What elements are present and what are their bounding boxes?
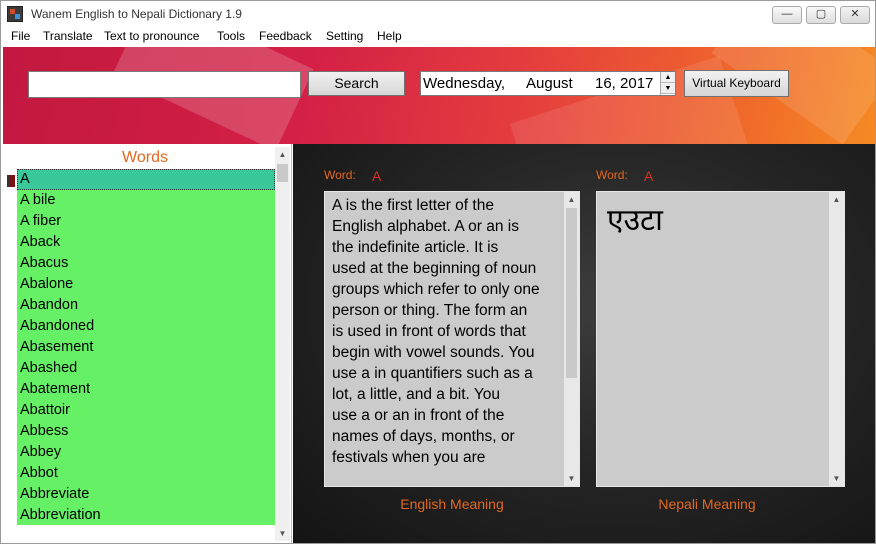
nepali-meaning-box[interactable]: एउटा ▲ ▼	[596, 191, 845, 487]
meaning-line: used at the beginning of noun	[332, 260, 537, 277]
menu-bar: File Translate Text to pronounce Tools F…	[1, 28, 875, 47]
current-row-marker-icon	[7, 175, 15, 187]
app-window: Wanem English to Nepali Dictionary 1.9 —…	[0, 0, 876, 544]
list-item[interactable]: Abandon	[17, 295, 275, 316]
word-list-pane: Words A A bile A fiber Aback Abacus Abal…	[3, 144, 292, 543]
list-item[interactable]: Abbreviation	[17, 505, 275, 525]
list-item[interactable]: Abbot	[17, 463, 275, 484]
header-banner: Search Wednesday, August 16, 2017 ▲ ▼ Vi…	[3, 47, 875, 144]
date-month: August	[526, 75, 573, 92]
app-logo-icon	[7, 6, 23, 22]
meaning-line: begin with vowel sounds. You	[332, 344, 535, 361]
search-button[interactable]: Search	[308, 71, 405, 96]
word-list[interactable]: A A bile A fiber Aback Abacus Abalone Ab…	[17, 169, 275, 525]
meaning-line: names of days, months, or	[332, 428, 515, 445]
nepali-meaning-text: एउटा	[607, 203, 663, 238]
meaning-line: English alphabet. A or an is	[332, 218, 519, 235]
scroll-up-icon[interactable]: ▲	[275, 147, 290, 162]
scroll-thumb[interactable]	[277, 164, 288, 182]
list-item[interactable]: A bile	[17, 190, 275, 211]
menu-feedback[interactable]: Feedback	[259, 29, 312, 43]
meaning-line: is used in front of words that	[332, 323, 526, 340]
menu-file[interactable]: File	[11, 29, 30, 43]
date-day-year: 16, 2017	[595, 75, 654, 92]
meaning-line: festivals when you are	[332, 449, 486, 466]
list-item[interactable]: Abashed	[17, 358, 275, 379]
scroll-down-icon[interactable]: ▼	[275, 526, 290, 541]
meaning-line: lot, a little, and a bit. You	[332, 386, 501, 403]
scroll-down-icon[interactable]: ▼	[829, 471, 844, 486]
list-item[interactable]: Abbess	[17, 421, 275, 442]
english-meaning-caption: English Meaning	[400, 496, 504, 512]
english-word-value: A	[372, 168, 382, 184]
list-item[interactable]: Abacus	[17, 253, 275, 274]
meaning-area: Word: A Word: A A is the first letter of…	[293, 144, 875, 543]
scroll-thumb[interactable]	[566, 208, 577, 378]
meaning-line: use a in quantifiers such as a	[332, 365, 533, 382]
search-input[interactable]	[28, 71, 301, 98]
english-word-label: Word:	[324, 168, 356, 182]
word-list-scrollbar[interactable]: ▲ ▼	[275, 147, 290, 541]
nepali-word-label: Word:	[596, 168, 628, 182]
close-button[interactable]: ✕	[840, 6, 870, 24]
list-item[interactable]: Abbey	[17, 442, 275, 463]
menu-text-to-pronounce[interactable]: Text to pronounce	[104, 29, 199, 43]
menu-help[interactable]: Help	[377, 29, 402, 43]
scroll-up-icon[interactable]: ▲	[564, 192, 579, 207]
maximize-button[interactable]: ▢	[806, 6, 836, 24]
scroll-up-icon[interactable]: ▲	[829, 192, 844, 207]
list-item[interactable]: Abasement	[17, 337, 275, 358]
list-item-selected[interactable]: A	[17, 169, 275, 190]
meaning-line: use a or an in front of the	[332, 407, 505, 424]
nepali-word-value: A	[644, 168, 654, 184]
nepali-meaning-scrollbar[interactable]: ▲ ▼	[829, 192, 844, 486]
title-bar: Wanem English to Nepali Dictionary 1.9 —…	[1, 1, 875, 28]
meaning-line: person or thing. The form an	[332, 302, 528, 319]
spin-down-icon[interactable]: ▼	[661, 83, 675, 94]
meaning-line: A is the first letter of the	[332, 197, 494, 214]
list-item[interactable]: A fiber	[17, 211, 275, 232]
list-item[interactable]: Abalone	[17, 274, 275, 295]
list-item[interactable]: Abbreviate	[17, 484, 275, 505]
word-list-title: Words	[122, 149, 168, 166]
menu-tools[interactable]: Tools	[217, 29, 245, 43]
english-meaning-box[interactable]: A is the first letter of the English alp…	[324, 191, 580, 487]
english-meaning-scrollbar[interactable]: ▲ ▼	[564, 192, 579, 486]
scroll-down-icon[interactable]: ▼	[564, 471, 579, 486]
list-item[interactable]: Abatement	[17, 379, 275, 400]
meaning-line: groups which refer to only one	[332, 281, 540, 298]
date-picker[interactable]: Wednesday, August 16, 2017 ▲ ▼	[420, 71, 676, 96]
list-item[interactable]: Abattoir	[17, 400, 275, 421]
virtual-keyboard-button[interactable]: Virtual Keyboard	[684, 70, 789, 97]
nepali-meaning-caption: Nepali Meaning	[658, 496, 756, 512]
minimize-button[interactable]: —	[772, 6, 802, 24]
window-title: Wanem English to Nepali Dictionary 1.9	[31, 7, 242, 21]
english-meaning-text: A is the first letter of the English alp…	[332, 195, 564, 468]
menu-setting[interactable]: Setting	[326, 29, 363, 43]
list-item[interactable]: Aback	[17, 232, 275, 253]
date-weekday: Wednesday,	[423, 75, 505, 92]
list-item[interactable]: Abandoned	[17, 316, 275, 337]
meaning-line: the indefinite article. It is	[332, 239, 499, 256]
menu-translate[interactable]: Translate	[43, 29, 93, 43]
spin-up-icon[interactable]: ▲	[661, 72, 675, 83]
date-spinner[interactable]: ▲ ▼	[660, 72, 675, 95]
